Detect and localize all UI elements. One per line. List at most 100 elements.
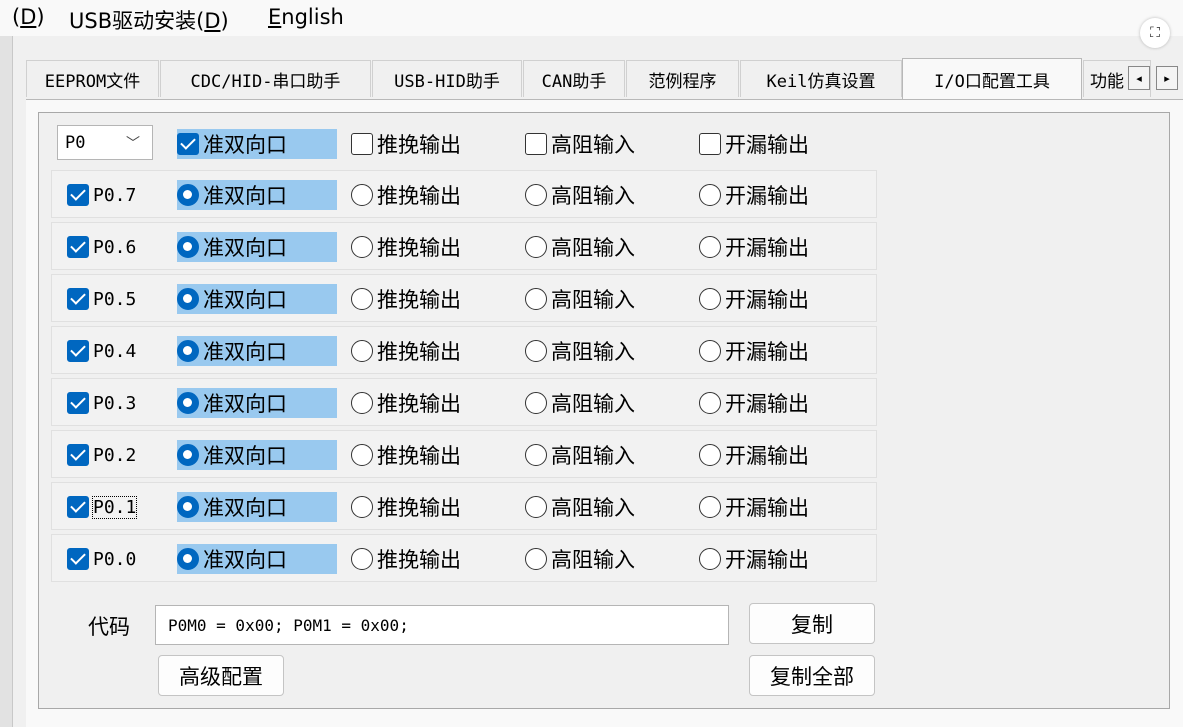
pin-mode-quasi-bidirectional[interactable]: 准双向口 — [177, 232, 337, 262]
checkbox-checked-icon[interactable] — [67, 340, 89, 362]
radio-icon[interactable] — [351, 444, 373, 466]
tab-examples[interactable]: 范例程序 — [626, 60, 739, 97]
copy-all-button[interactable]: 复制全部 — [749, 655, 875, 696]
checkbox-checked-icon[interactable] — [67, 444, 89, 466]
checkbox-checked-icon[interactable] — [177, 133, 199, 155]
pin-mode-quasi-bidirectional[interactable]: 准双向口 — [177, 336, 337, 366]
radio-selected-icon[interactable] — [177, 496, 199, 518]
pin-enable-p0-1[interactable]: P0.1 — [67, 492, 138, 522]
pin-mode-open-drain[interactable]: 开漏输出 — [699, 284, 809, 314]
radio-icon[interactable] — [351, 184, 373, 206]
radio-icon[interactable] — [525, 340, 547, 362]
pin-mode-quasi-bidirectional[interactable]: 准双向口 — [177, 544, 337, 574]
tab-io-config[interactable]: I/O口配置工具 — [902, 58, 1082, 99]
radio-selected-icon[interactable] — [177, 548, 199, 570]
checkbox-checked-icon[interactable] — [67, 236, 89, 258]
pin-mode-quasi-bidirectional[interactable]: 准双向口 — [177, 284, 337, 314]
radio-icon[interactable] — [699, 288, 721, 310]
radio-selected-icon[interactable] — [177, 444, 199, 466]
radio-icon[interactable] — [699, 184, 721, 206]
radio-selected-icon[interactable] — [177, 340, 199, 362]
radio-icon[interactable] — [351, 496, 373, 518]
pin-mode-high-impedance[interactable]: 高阻输入 — [525, 336, 635, 366]
port-mode-high-impedance[interactable]: 高阻输入 — [525, 129, 635, 159]
tab-cdc-hid-serial[interactable]: CDC/HID-串口助手 — [160, 60, 371, 97]
pin-enable-p0-0[interactable]: P0.0 — [67, 544, 136, 574]
advanced-config-button[interactable]: 高级配置 — [158, 655, 284, 696]
pin-mode-push-pull[interactable]: 推挽输出 — [351, 388, 461, 418]
radio-icon[interactable] — [525, 236, 547, 258]
pin-mode-push-pull[interactable]: 推挽输出 — [351, 232, 461, 262]
pin-mode-quasi-bidirectional[interactable]: 准双向口 — [177, 440, 337, 470]
tab-can[interactable]: CAN助手 — [523, 60, 625, 97]
radio-icon[interactable] — [525, 444, 547, 466]
radio-selected-icon[interactable] — [177, 288, 199, 310]
pin-mode-push-pull[interactable]: 推挽输出 — [351, 336, 461, 366]
radio-icon[interactable] — [699, 340, 721, 362]
pin-mode-push-pull[interactable]: 推挽输出 — [351, 284, 461, 314]
pin-mode-quasi-bidirectional[interactable]: 准双向口 — [177, 388, 337, 418]
pin-mode-high-impedance[interactable]: 高阻输入 — [525, 388, 635, 418]
pin-mode-open-drain[interactable]: 开漏输出 — [699, 492, 809, 522]
checkbox-icon[interactable] — [699, 133, 721, 155]
radio-icon[interactable] — [699, 236, 721, 258]
pin-mode-quasi-bidirectional[interactable]: 准双向口 — [177, 180, 337, 210]
radio-icon[interactable] — [699, 392, 721, 414]
code-output-field[interactable]: P0M0 = 0x00; P0M1 = 0x00; — [155, 605, 729, 645]
pin-enable-p0-2[interactable]: P0.2 — [67, 440, 136, 470]
pin-enable-p0-3[interactable]: P0.3 — [67, 388, 136, 418]
tab-keil-sim[interactable]: Keil仿真设置 — [740, 60, 902, 97]
radio-icon[interactable] — [699, 444, 721, 466]
radio-icon[interactable] — [351, 340, 373, 362]
pin-mode-push-pull[interactable]: 推挽输出 — [351, 440, 461, 470]
menu-item-english[interactable]: English — [268, 5, 344, 29]
radio-icon[interactable] — [351, 288, 373, 310]
pin-mode-open-drain[interactable]: 开漏输出 — [699, 336, 809, 366]
port-select[interactable]: P0 ﹀ — [57, 125, 153, 160]
tab-usb-hid[interactable]: USB-HID助手 — [372, 60, 522, 97]
pin-mode-high-impedance[interactable]: 高阻输入 — [525, 232, 635, 262]
pin-mode-push-pull[interactable]: 推挽输出 — [351, 492, 461, 522]
radio-icon[interactable] — [351, 392, 373, 414]
menu-item-partial[interactable]: (D) — [12, 5, 45, 29]
checkbox-checked-icon[interactable] — [67, 496, 89, 518]
pin-mode-high-impedance[interactable]: 高阻输入 — [525, 284, 635, 314]
checkbox-icon[interactable] — [351, 133, 373, 155]
radio-icon[interactable] — [525, 392, 547, 414]
menu-item-usb-driver[interactable]: USB驱动安装(D) — [69, 5, 229, 35]
radio-icon[interactable] — [525, 184, 547, 206]
pin-enable-p0-7[interactable]: P0.7 — [67, 180, 136, 210]
radio-icon[interactable] — [351, 548, 373, 570]
tab-eeprom[interactable]: EEPROM文件 — [26, 60, 159, 97]
tab-scroll-right-button[interactable]: ▸ — [1156, 66, 1178, 90]
pin-mode-open-drain[interactable]: 开漏输出 — [699, 544, 809, 574]
radio-icon[interactable] — [525, 496, 547, 518]
pin-mode-open-drain[interactable]: 开漏输出 — [699, 232, 809, 262]
screenshot-icon[interactable]: ⛶ — [1140, 18, 1170, 48]
pin-mode-high-impedance[interactable]: 高阻输入 — [525, 180, 635, 210]
pin-mode-high-impedance[interactable]: 高阻输入 — [525, 492, 635, 522]
port-mode-quasi-bidirectional[interactable]: 准双向口 — [177, 129, 337, 159]
radio-icon[interactable] — [525, 548, 547, 570]
radio-icon[interactable] — [699, 496, 721, 518]
checkbox-checked-icon[interactable] — [67, 184, 89, 206]
tab-scroll-left-button[interactable]: ◂ — [1128, 66, 1150, 90]
checkbox-icon[interactable] — [525, 133, 547, 155]
radio-selected-icon[interactable] — [177, 184, 199, 206]
radio-icon[interactable] — [699, 548, 721, 570]
copy-button[interactable]: 复制 — [749, 603, 875, 644]
pin-enable-p0-4[interactable]: P0.4 — [67, 336, 136, 366]
pin-mode-high-impedance[interactable]: 高阻输入 — [525, 440, 635, 470]
port-mode-open-drain[interactable]: 开漏输出 — [699, 129, 809, 159]
pin-mode-quasi-bidirectional[interactable]: 准双向口 — [177, 492, 337, 522]
pin-enable-p0-6[interactable]: P0.6 — [67, 232, 136, 262]
checkbox-checked-icon[interactable] — [67, 548, 89, 570]
radio-icon[interactable] — [525, 288, 547, 310]
pin-mode-open-drain[interactable]: 开漏输出 — [699, 180, 809, 210]
checkbox-checked-icon[interactable] — [67, 288, 89, 310]
radio-icon[interactable] — [351, 236, 373, 258]
radio-selected-icon[interactable] — [177, 392, 199, 414]
checkbox-checked-icon[interactable] — [67, 392, 89, 414]
pin-mode-open-drain[interactable]: 开漏输出 — [699, 440, 809, 470]
pin-mode-high-impedance[interactable]: 高阻输入 — [525, 544, 635, 574]
